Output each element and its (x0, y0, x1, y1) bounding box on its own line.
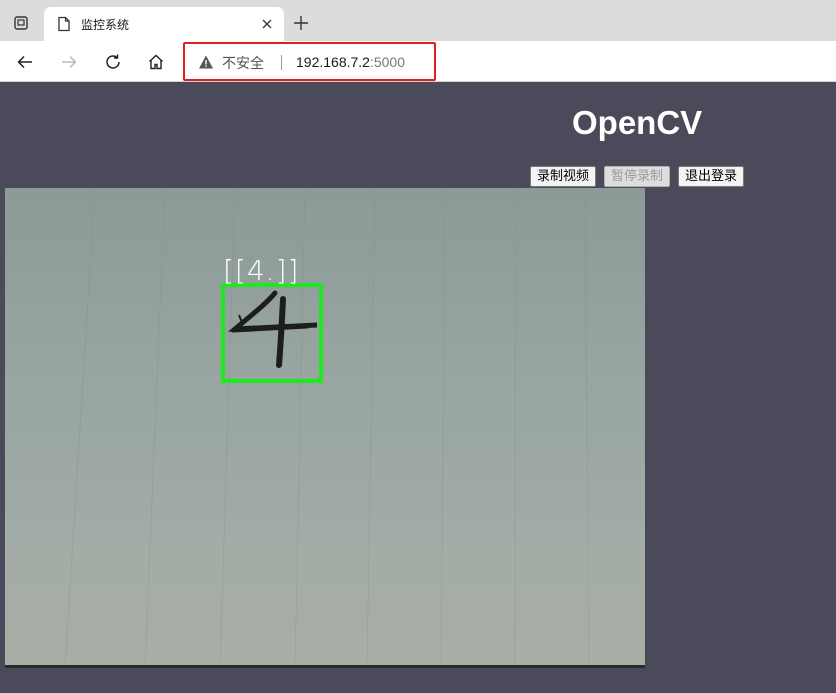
browser-toolbar: 不安全 192.168.7.2:5000 (0, 41, 836, 82)
paper-texture (64, 188, 590, 668)
insecure-label[interactable]: 不安全 (222, 53, 264, 73)
home-icon[interactable] (143, 49, 169, 75)
page-title: OpenCV (572, 104, 703, 141)
refresh-icon[interactable] (100, 49, 126, 75)
close-tab-icon[interactable] (258, 15, 276, 33)
video-stream: [[4.]] (5, 188, 645, 668)
pause-record-button[interactable]: 暂停录制 (604, 166, 671, 187)
tab-strip: 监控系统 (0, 0, 836, 41)
detection-box (221, 283, 323, 383)
record-video-button[interactable]: 录制视频 (530, 166, 597, 187)
address-bar[interactable]: 不安全 192.168.7.2:5000 (183, 42, 436, 81)
url-text[interactable]: 192.168.7.2:5000 (296, 54, 405, 70)
url-port: :5000 (369, 54, 406, 70)
tab-actions-icon[interactable] (10, 12, 32, 34)
browser-tab[interactable]: 监控系统 (44, 7, 284, 41)
detection-label: [[4.]] (223, 254, 300, 287)
tab-title: 监控系统 (81, 18, 130, 32)
video-bottom-edge (5, 665, 645, 668)
page-icon (58, 16, 70, 32)
address-separator (281, 55, 282, 70)
forward-icon[interactable] (56, 49, 82, 75)
url-host: 192.168.7.2 (296, 54, 370, 70)
new-tab-icon[interactable] (291, 13, 311, 33)
warning-icon[interactable] (198, 54, 214, 70)
back-icon[interactable] (12, 49, 38, 75)
logout-button[interactable]: 退出登录 (678, 166, 745, 187)
